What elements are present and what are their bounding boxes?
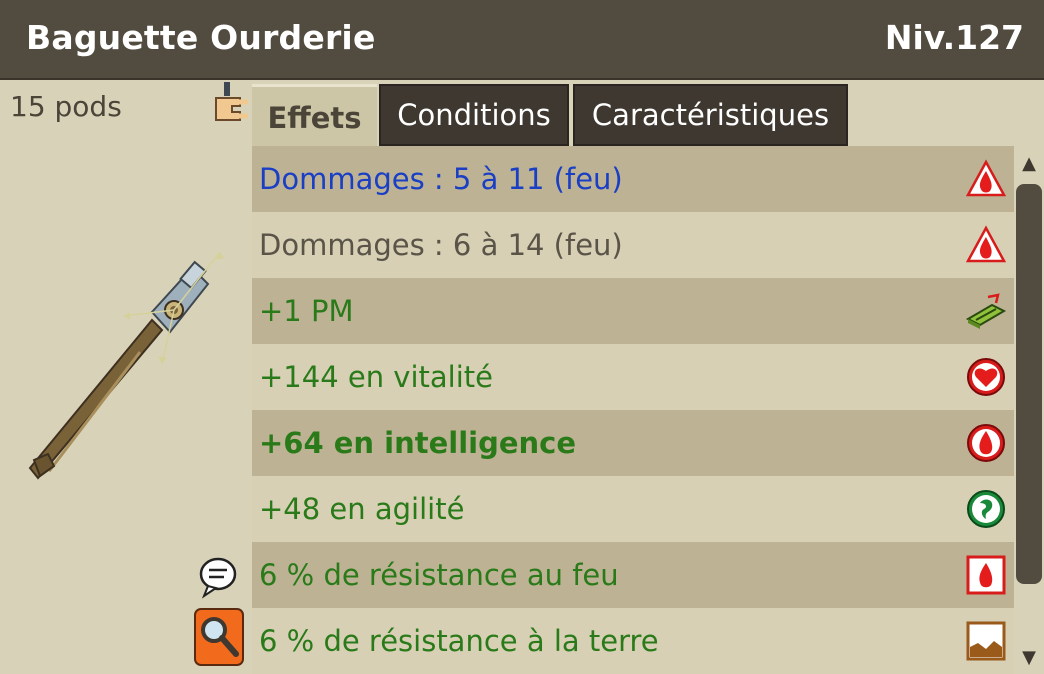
effects-scrollbar[interactable]: ▲ ▼ xyxy=(1014,146,1044,674)
item-name: Baguette Ourderie xyxy=(26,18,376,57)
tab-conditions[interactable]: Conditions xyxy=(379,84,569,146)
effect-text: Dommages : 6 à 14 (feu) xyxy=(259,228,623,262)
effect-text: +48 en agilité xyxy=(259,492,465,526)
tab-effets[interactable]: Effets xyxy=(252,84,377,148)
effect-row: 6 % de résistance à la terre xyxy=(252,608,1014,674)
effect-row: +48 en agilité xyxy=(252,476,1014,542)
scroll-up-arrow-icon[interactable]: ▲ xyxy=(1014,148,1044,178)
scroll-down-arrow-icon[interactable]: ▼ xyxy=(1014,642,1044,672)
effect-row: Dommages : 5 à 11 (feu) xyxy=(252,146,1014,212)
fire-triangle-icon xyxy=(966,159,1006,197)
effect-text: +1 PM xyxy=(259,294,354,328)
fire-circle-icon xyxy=(967,424,1005,462)
chat-bubble-icon[interactable] xyxy=(198,556,238,600)
fire-triangle-icon xyxy=(966,225,1006,263)
tab-caracteristiques[interactable]: Caractéristiques xyxy=(573,84,848,146)
magnifier-icon[interactable] xyxy=(194,608,244,666)
equip-hand-icon[interactable] xyxy=(212,82,252,128)
item-weight: 15 pods xyxy=(10,90,122,123)
effect-row: Dommages : 6 à 14 (feu) xyxy=(252,212,1014,278)
effect-row: 6 % de résistance au feu xyxy=(252,542,1014,608)
effect-row: +144 en vitalité xyxy=(252,344,1014,410)
earth-square-icon xyxy=(966,621,1006,661)
effect-text: +144 en vitalité xyxy=(259,360,493,394)
air-circle-icon xyxy=(967,490,1005,528)
effect-row: +64 en intelligence xyxy=(252,410,1014,476)
item-tabs: Effets Conditions Caractéristiques xyxy=(252,84,1044,148)
item-header: Baguette Ourderie Niv.127 xyxy=(0,0,1044,80)
item-level: Niv.127 xyxy=(884,18,1024,57)
effect-text: 6 % de résistance au feu xyxy=(259,558,619,592)
scroll-thumb[interactable] xyxy=(1016,184,1042,584)
effect-text: Dommages : 5 à 11 (feu) xyxy=(259,162,623,196)
wand-weapon-image xyxy=(28,251,224,480)
effects-list: Dommages : 5 à 11 (feu) Dommages : 6 à 1… xyxy=(252,146,1014,674)
movement-point-icon xyxy=(966,293,1006,329)
effect-text: 6 % de résistance à la terre xyxy=(259,624,659,658)
effect-text: +64 en intelligence xyxy=(259,426,577,460)
heart-circle-icon xyxy=(967,358,1005,396)
effect-row: +1 PM xyxy=(252,278,1014,344)
fire-square-icon xyxy=(966,555,1006,595)
